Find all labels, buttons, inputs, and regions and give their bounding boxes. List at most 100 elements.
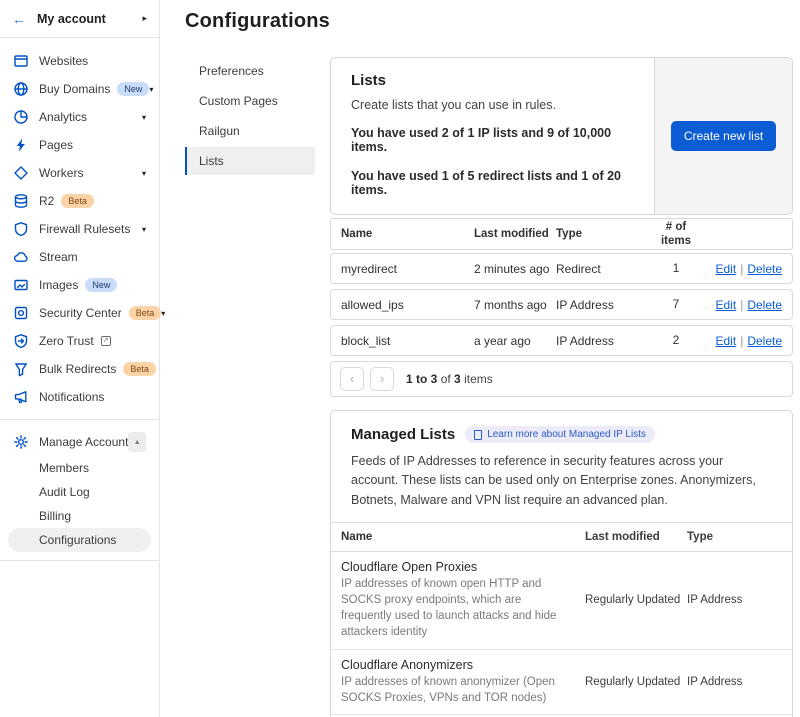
list-item-count: 1 bbox=[652, 261, 700, 276]
list-name: allowed_ips bbox=[331, 298, 474, 312]
managed-lists-head: Managed Lists Learn more about Managed I… bbox=[331, 411, 792, 522]
chevron-right-icon[interactable]: ▸ bbox=[142, 13, 147, 24]
list-type: IP Address bbox=[556, 298, 652, 312]
column-header-name: Name bbox=[331, 531, 585, 543]
lists-table-header: Name Last modified Type # of items bbox=[330, 218, 793, 250]
collapse-button[interactable]: ▲ bbox=[128, 432, 146, 452]
managed-list-description: IP addresses of known open HTTP and SOCK… bbox=[341, 576, 571, 640]
chevron-down-icon: ▾ bbox=[142, 169, 146, 178]
globe-icon bbox=[13, 81, 29, 97]
account-title: My account bbox=[37, 12, 106, 26]
table-row: Cloudflare Open Proxies IP addresses of … bbox=[331, 552, 792, 648]
lists-card-description: Create lists that you can use in rules. bbox=[351, 98, 634, 112]
zero-trust-icon bbox=[13, 333, 29, 349]
create-new-list-button[interactable]: Create new list bbox=[671, 121, 776, 151]
back-arrow-icon[interactable]: ← bbox=[12, 11, 26, 27]
table-row: myredirect 2 minutes ago Redirect 1 Edit… bbox=[330, 253, 793, 284]
list-last-modified: 2 minutes ago bbox=[474, 262, 556, 276]
sidebar-subitem[interactable]: Configurations bbox=[8, 528, 151, 552]
column-header-type: Type bbox=[556, 228, 652, 240]
table-row: Cloudflare Anonymizers IP addresses of k… bbox=[331, 649, 792, 714]
divider bbox=[0, 560, 159, 561]
delete-link[interactable]: Delete bbox=[747, 262, 782, 276]
chevron-down-icon: ▾ bbox=[149, 85, 153, 94]
security-center-icon bbox=[13, 305, 29, 321]
sidebar-item[interactable]: Websites bbox=[8, 47, 151, 75]
next-page-button[interactable]: › bbox=[370, 367, 394, 391]
sidebar-item[interactable]: Pages bbox=[8, 131, 151, 159]
status-badge: Beta bbox=[123, 362, 156, 376]
sidebar-subitem[interactable]: Members bbox=[8, 456, 151, 480]
managed-list-description: IP addresses of known anonymizer (Open S… bbox=[341, 674, 571, 706]
lists-overview-card: Lists Create lists that you can use in r… bbox=[330, 57, 793, 215]
delete-link[interactable]: Delete bbox=[747, 334, 782, 348]
external-link-icon: ↗ bbox=[101, 336, 111, 346]
list-name: block_list bbox=[331, 334, 474, 348]
column-header-type: Type bbox=[687, 531, 792, 543]
subnav-item[interactable]: Custom Pages bbox=[185, 87, 315, 115]
sidebar-item[interactable]: Bulk Redirects Beta bbox=[8, 355, 151, 383]
chevron-up-icon: ▲ bbox=[134, 439, 141, 446]
list-item-count: 7 bbox=[652, 297, 700, 312]
managed-lists-title: Managed Lists bbox=[351, 426, 455, 443]
lists-table-body: myredirect 2 minutes ago Redirect 1 Edit… bbox=[330, 253, 793, 356]
chevron-down-icon: ▾ bbox=[142, 225, 146, 234]
list-name: myredirect bbox=[331, 262, 474, 276]
workers-icon bbox=[13, 165, 29, 181]
edit-link[interactable]: Edit bbox=[716, 298, 737, 312]
sidebar-item[interactable]: R2 Beta bbox=[8, 187, 151, 215]
managed-list-name: Cloudflare Open Proxies bbox=[341, 560, 571, 574]
subnav-item[interactable]: Preferences bbox=[185, 57, 315, 85]
managed-lists-description: Feeds of IP Addresses to reference in se… bbox=[351, 452, 772, 510]
ip-lists-usage: You have used 2 of 1 IP lists and 9 of 1… bbox=[351, 126, 634, 154]
pagination-status: 1 to 3 of 3 items bbox=[406, 372, 493, 386]
managed-list-type: IP Address bbox=[687, 594, 792, 606]
sidebar-item[interactable]: Analytics ▾ bbox=[8, 103, 151, 131]
account-header[interactable]: ← My account ▸ bbox=[0, 0, 159, 38]
sidebar-item-manage-account[interactable]: Manage Account ▲ bbox=[8, 428, 151, 456]
list-last-modified: 7 months ago bbox=[474, 298, 556, 312]
subnav-item[interactable]: Lists bbox=[185, 147, 315, 175]
subnav-item[interactable]: Railgun bbox=[185, 117, 315, 145]
page-title: Configurations bbox=[185, 10, 793, 33]
list-type: Redirect bbox=[556, 262, 652, 276]
sidebar-item[interactable]: Buy Domains New ▾ bbox=[8, 75, 151, 103]
lists-info: Lists Create lists that you can use in r… bbox=[331, 58, 654, 214]
learn-more-link[interactable]: Learn more about Managed IP Lists bbox=[465, 426, 655, 443]
sidebar-subitem[interactable]: Billing bbox=[8, 504, 151, 528]
funnel-icon bbox=[13, 361, 29, 377]
sidebar-item[interactable]: Zero Trust ↗ bbox=[8, 327, 151, 355]
chevron-down-icon: ▾ bbox=[142, 113, 146, 122]
sidebar-item[interactable]: Stream bbox=[8, 243, 151, 271]
table-row: block_list a year ago IP Address 2 Edit|… bbox=[330, 325, 793, 356]
shield-icon bbox=[13, 221, 29, 237]
edit-link[interactable]: Edit bbox=[716, 334, 737, 348]
previous-page-button[interactable]: ‹ bbox=[340, 367, 364, 391]
edit-link[interactable]: Edit bbox=[716, 262, 737, 276]
sidebar-item[interactable]: Security Center Beta ▾ bbox=[8, 299, 151, 327]
image-icon bbox=[13, 277, 29, 293]
pagination: ‹ › 1 to 3 of 3 items bbox=[330, 361, 793, 397]
sidebar-subitem[interactable]: Audit Log bbox=[8, 480, 151, 504]
list-type: IP Address bbox=[556, 334, 652, 348]
manage-account-sublist: Members Audit Log Billing Configurations bbox=[8, 456, 151, 552]
lists-action-panel: Create new list bbox=[654, 58, 792, 214]
status-badge: Beta bbox=[129, 306, 162, 320]
managed-list-name: Cloudflare Anonymizers bbox=[341, 658, 571, 672]
list-item-count: 2 bbox=[652, 333, 700, 348]
managed-list-type: IP Address bbox=[687, 676, 792, 688]
sidebar-item[interactable]: Images New bbox=[8, 271, 151, 299]
sidebar-nav: Websites Buy Domains New ▾ bbox=[0, 38, 159, 561]
redirect-lists-usage: You have used 1 of 5 redirect lists and … bbox=[351, 169, 634, 197]
sidebar-item[interactable]: Firewall Rulesets ▾ bbox=[8, 215, 151, 243]
lists-card-title: Lists bbox=[351, 72, 634, 89]
managed-list-last-modified: Regularly Updated bbox=[585, 594, 687, 606]
list-last-modified: a year ago bbox=[474, 334, 556, 348]
sidebar-item[interactable]: Workers ▾ bbox=[8, 159, 151, 187]
sidebar-item[interactable]: Notifications bbox=[8, 383, 151, 411]
chevron-right-icon: › bbox=[380, 371, 384, 386]
managed-table-body: Cloudflare Open Proxies IP addresses of … bbox=[331, 552, 792, 717]
pages-icon bbox=[13, 137, 29, 153]
browser-icon bbox=[13, 53, 29, 69]
delete-link[interactable]: Delete bbox=[747, 298, 782, 312]
